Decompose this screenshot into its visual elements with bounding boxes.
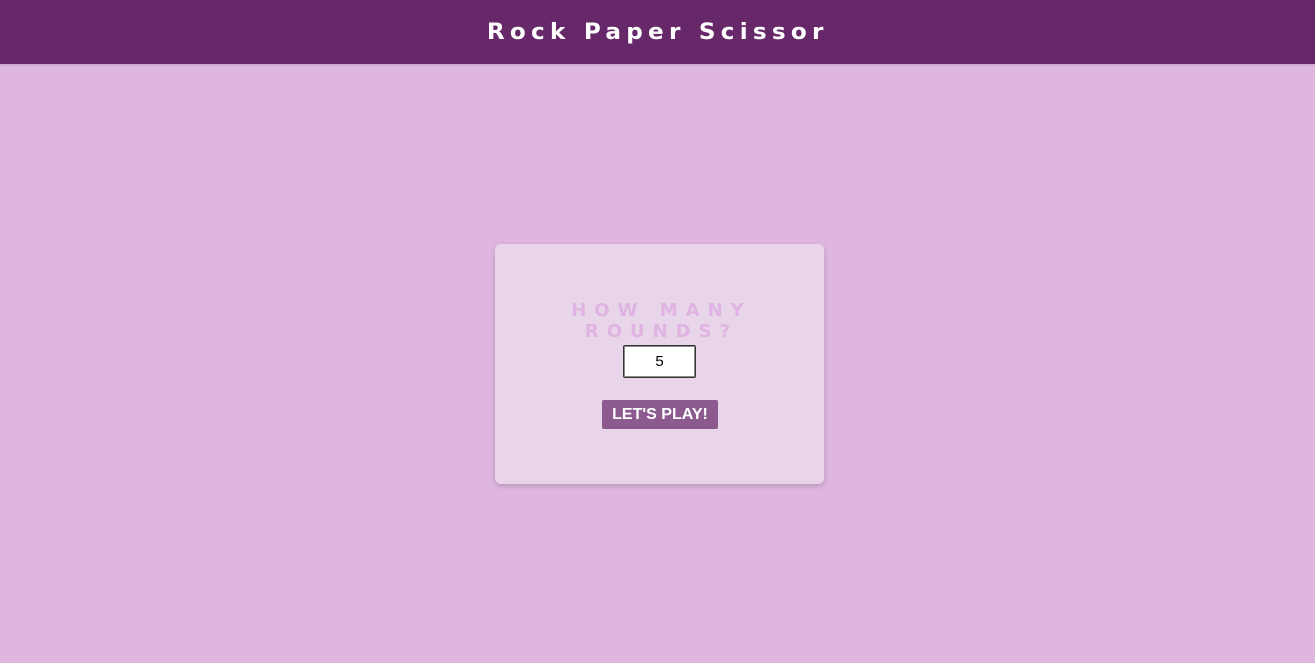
rounds-input[interactable] xyxy=(623,345,696,378)
app-header: Rock Paper Scissor xyxy=(0,0,1315,64)
rounds-setup-card: HOW MANY ROUNDS? LET'S PLAY! xyxy=(495,244,824,484)
app-title: Rock Paper Scissor xyxy=(486,20,829,45)
rounds-question-heading: HOW MANY ROUNDS? xyxy=(571,300,752,342)
lets-play-button[interactable]: LET'S PLAY! xyxy=(602,400,718,429)
